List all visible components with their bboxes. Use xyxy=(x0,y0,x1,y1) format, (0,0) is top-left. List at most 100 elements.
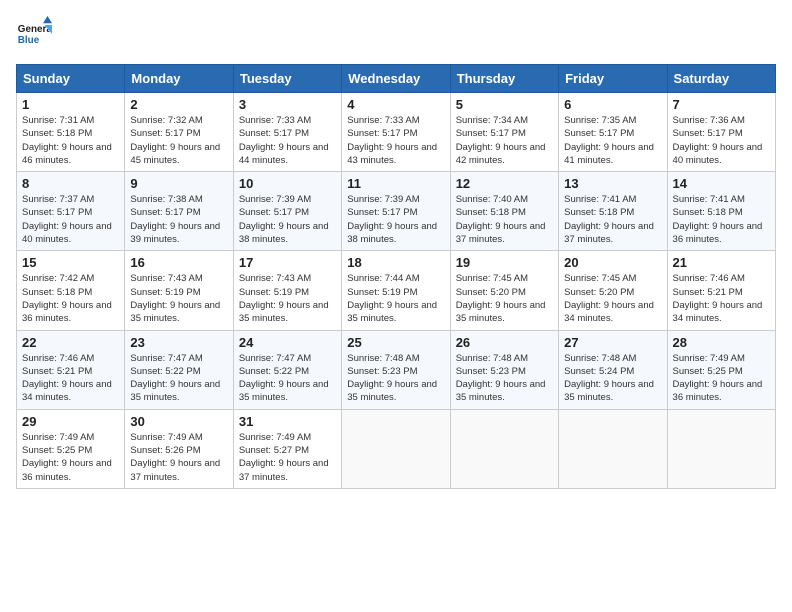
cell-daylight: Daylight: 9 hours and 35 minutes. xyxy=(347,378,444,405)
cell-sunset: Sunset: 5:26 PM xyxy=(130,444,227,457)
cell-day-number: 27 xyxy=(564,335,661,350)
cell-sunrise: Sunrise: 7:39 AM xyxy=(347,193,444,206)
calendar-week-row: 1 Sunrise: 7:31 AM Sunset: 5:18 PM Dayli… xyxy=(17,93,776,172)
day-header-thursday: Thursday xyxy=(450,65,558,93)
cell-sunset: Sunset: 5:17 PM xyxy=(239,206,336,219)
cell-sunset: Sunset: 5:27 PM xyxy=(239,444,336,457)
logo-icon: General Blue xyxy=(16,16,52,52)
cell-sunset: Sunset: 5:23 PM xyxy=(456,365,553,378)
cell-day-number: 4 xyxy=(347,97,444,112)
calendar-cell: 20 Sunrise: 7:45 AM Sunset: 5:20 PM Dayl… xyxy=(559,251,667,330)
cell-daylight: Daylight: 9 hours and 43 minutes. xyxy=(347,141,444,168)
cell-sunrise: Sunrise: 7:41 AM xyxy=(673,193,770,206)
cell-sunrise: Sunrise: 7:33 AM xyxy=(239,114,336,127)
calendar-cell: 7 Sunrise: 7:36 AM Sunset: 5:17 PM Dayli… xyxy=(667,93,775,172)
calendar-cell: 1 Sunrise: 7:31 AM Sunset: 5:18 PM Dayli… xyxy=(17,93,125,172)
cell-sunset: Sunset: 5:23 PM xyxy=(347,365,444,378)
calendar-week-row: 22 Sunrise: 7:46 AM Sunset: 5:21 PM Dayl… xyxy=(17,330,776,409)
cell-sunrise: Sunrise: 7:43 AM xyxy=(239,272,336,285)
cell-day-number: 5 xyxy=(456,97,553,112)
cell-sunrise: Sunrise: 7:48 AM xyxy=(456,352,553,365)
cell-day-number: 20 xyxy=(564,255,661,270)
cell-sunrise: Sunrise: 7:46 AM xyxy=(22,352,119,365)
calendar-cell: 18 Sunrise: 7:44 AM Sunset: 5:19 PM Dayl… xyxy=(342,251,450,330)
cell-sunrise: Sunrise: 7:47 AM xyxy=(239,352,336,365)
cell-daylight: Daylight: 9 hours and 35 minutes. xyxy=(456,299,553,326)
cell-day-number: 18 xyxy=(347,255,444,270)
calendar-cell: 12 Sunrise: 7:40 AM Sunset: 5:18 PM Dayl… xyxy=(450,172,558,251)
cell-sunrise: Sunrise: 7:37 AM xyxy=(22,193,119,206)
cell-sunset: Sunset: 5:22 PM xyxy=(130,365,227,378)
cell-day-number: 24 xyxy=(239,335,336,350)
cell-day-number: 29 xyxy=(22,414,119,429)
cell-sunrise: Sunrise: 7:48 AM xyxy=(347,352,444,365)
cell-day-number: 14 xyxy=(673,176,770,191)
cell-sunset: Sunset: 5:18 PM xyxy=(22,127,119,140)
cell-daylight: Daylight: 9 hours and 42 minutes. xyxy=(456,141,553,168)
cell-sunrise: Sunrise: 7:49 AM xyxy=(130,431,227,444)
cell-daylight: Daylight: 9 hours and 35 minutes. xyxy=(456,378,553,405)
calendar-cell: 9 Sunrise: 7:38 AM Sunset: 5:17 PM Dayli… xyxy=(125,172,233,251)
cell-sunrise: Sunrise: 7:35 AM xyxy=(564,114,661,127)
calendar-cell xyxy=(559,409,667,488)
cell-sunrise: Sunrise: 7:42 AM xyxy=(22,272,119,285)
cell-sunrise: Sunrise: 7:43 AM xyxy=(130,272,227,285)
cell-daylight: Daylight: 9 hours and 45 minutes. xyxy=(130,141,227,168)
cell-day-number: 19 xyxy=(456,255,553,270)
cell-sunset: Sunset: 5:22 PM xyxy=(239,365,336,378)
day-header-tuesday: Tuesday xyxy=(233,65,341,93)
cell-day-number: 12 xyxy=(456,176,553,191)
cell-daylight: Daylight: 9 hours and 36 minutes. xyxy=(673,220,770,247)
cell-sunset: Sunset: 5:19 PM xyxy=(130,286,227,299)
cell-sunset: Sunset: 5:19 PM xyxy=(239,286,336,299)
calendar-cell: 13 Sunrise: 7:41 AM Sunset: 5:18 PM Dayl… xyxy=(559,172,667,251)
cell-daylight: Daylight: 9 hours and 37 minutes. xyxy=(456,220,553,247)
calendar-cell: 28 Sunrise: 7:49 AM Sunset: 5:25 PM Dayl… xyxy=(667,330,775,409)
cell-day-number: 28 xyxy=(673,335,770,350)
cell-daylight: Daylight: 9 hours and 37 minutes. xyxy=(239,457,336,484)
cell-sunrise: Sunrise: 7:38 AM xyxy=(130,193,227,206)
cell-day-number: 11 xyxy=(347,176,444,191)
cell-sunset: Sunset: 5:19 PM xyxy=(347,286,444,299)
cell-daylight: Daylight: 9 hours and 36 minutes. xyxy=(22,457,119,484)
cell-sunset: Sunset: 5:21 PM xyxy=(22,365,119,378)
cell-daylight: Daylight: 9 hours and 38 minutes. xyxy=(239,220,336,247)
cell-daylight: Daylight: 9 hours and 35 minutes. xyxy=(239,299,336,326)
cell-daylight: Daylight: 9 hours and 35 minutes. xyxy=(130,299,227,326)
calendar-week-row: 8 Sunrise: 7:37 AM Sunset: 5:17 PM Dayli… xyxy=(17,172,776,251)
calendar-cell: 25 Sunrise: 7:48 AM Sunset: 5:23 PM Dayl… xyxy=(342,330,450,409)
calendar-cell: 26 Sunrise: 7:48 AM Sunset: 5:23 PM Dayl… xyxy=(450,330,558,409)
cell-sunrise: Sunrise: 7:32 AM xyxy=(130,114,227,127)
cell-day-number: 1 xyxy=(22,97,119,112)
cell-sunset: Sunset: 5:20 PM xyxy=(456,286,553,299)
calendar-cell: 15 Sunrise: 7:42 AM Sunset: 5:18 PM Dayl… xyxy=(17,251,125,330)
calendar-cell: 2 Sunrise: 7:32 AM Sunset: 5:17 PM Dayli… xyxy=(125,93,233,172)
logo: General Blue xyxy=(16,16,52,52)
calendar-cell: 30 Sunrise: 7:49 AM Sunset: 5:26 PM Dayl… xyxy=(125,409,233,488)
cell-sunrise: Sunrise: 7:46 AM xyxy=(673,272,770,285)
cell-day-number: 22 xyxy=(22,335,119,350)
calendar-cell xyxy=(342,409,450,488)
calendar-table: SundayMondayTuesdayWednesdayThursdayFrid… xyxy=(16,64,776,489)
cell-daylight: Daylight: 9 hours and 39 minutes. xyxy=(130,220,227,247)
cell-day-number: 3 xyxy=(239,97,336,112)
cell-daylight: Daylight: 9 hours and 36 minutes. xyxy=(22,299,119,326)
cell-day-number: 13 xyxy=(564,176,661,191)
cell-daylight: Daylight: 9 hours and 35 minutes. xyxy=(564,378,661,405)
cell-sunset: Sunset: 5:18 PM xyxy=(456,206,553,219)
cell-day-number: 6 xyxy=(564,97,661,112)
cell-daylight: Daylight: 9 hours and 34 minutes. xyxy=(22,378,119,405)
cell-day-number: 2 xyxy=(130,97,227,112)
cell-day-number: 17 xyxy=(239,255,336,270)
cell-sunset: Sunset: 5:18 PM xyxy=(564,206,661,219)
cell-day-number: 8 xyxy=(22,176,119,191)
calendar-cell: 14 Sunrise: 7:41 AM Sunset: 5:18 PM Dayl… xyxy=(667,172,775,251)
cell-sunrise: Sunrise: 7:48 AM xyxy=(564,352,661,365)
cell-day-number: 15 xyxy=(22,255,119,270)
calendar-cell: 29 Sunrise: 7:49 AM Sunset: 5:25 PM Dayl… xyxy=(17,409,125,488)
cell-sunset: Sunset: 5:21 PM xyxy=(673,286,770,299)
calendar-cell: 23 Sunrise: 7:47 AM Sunset: 5:22 PM Dayl… xyxy=(125,330,233,409)
day-header-wednesday: Wednesday xyxy=(342,65,450,93)
cell-daylight: Daylight: 9 hours and 35 minutes. xyxy=(239,378,336,405)
cell-day-number: 10 xyxy=(239,176,336,191)
